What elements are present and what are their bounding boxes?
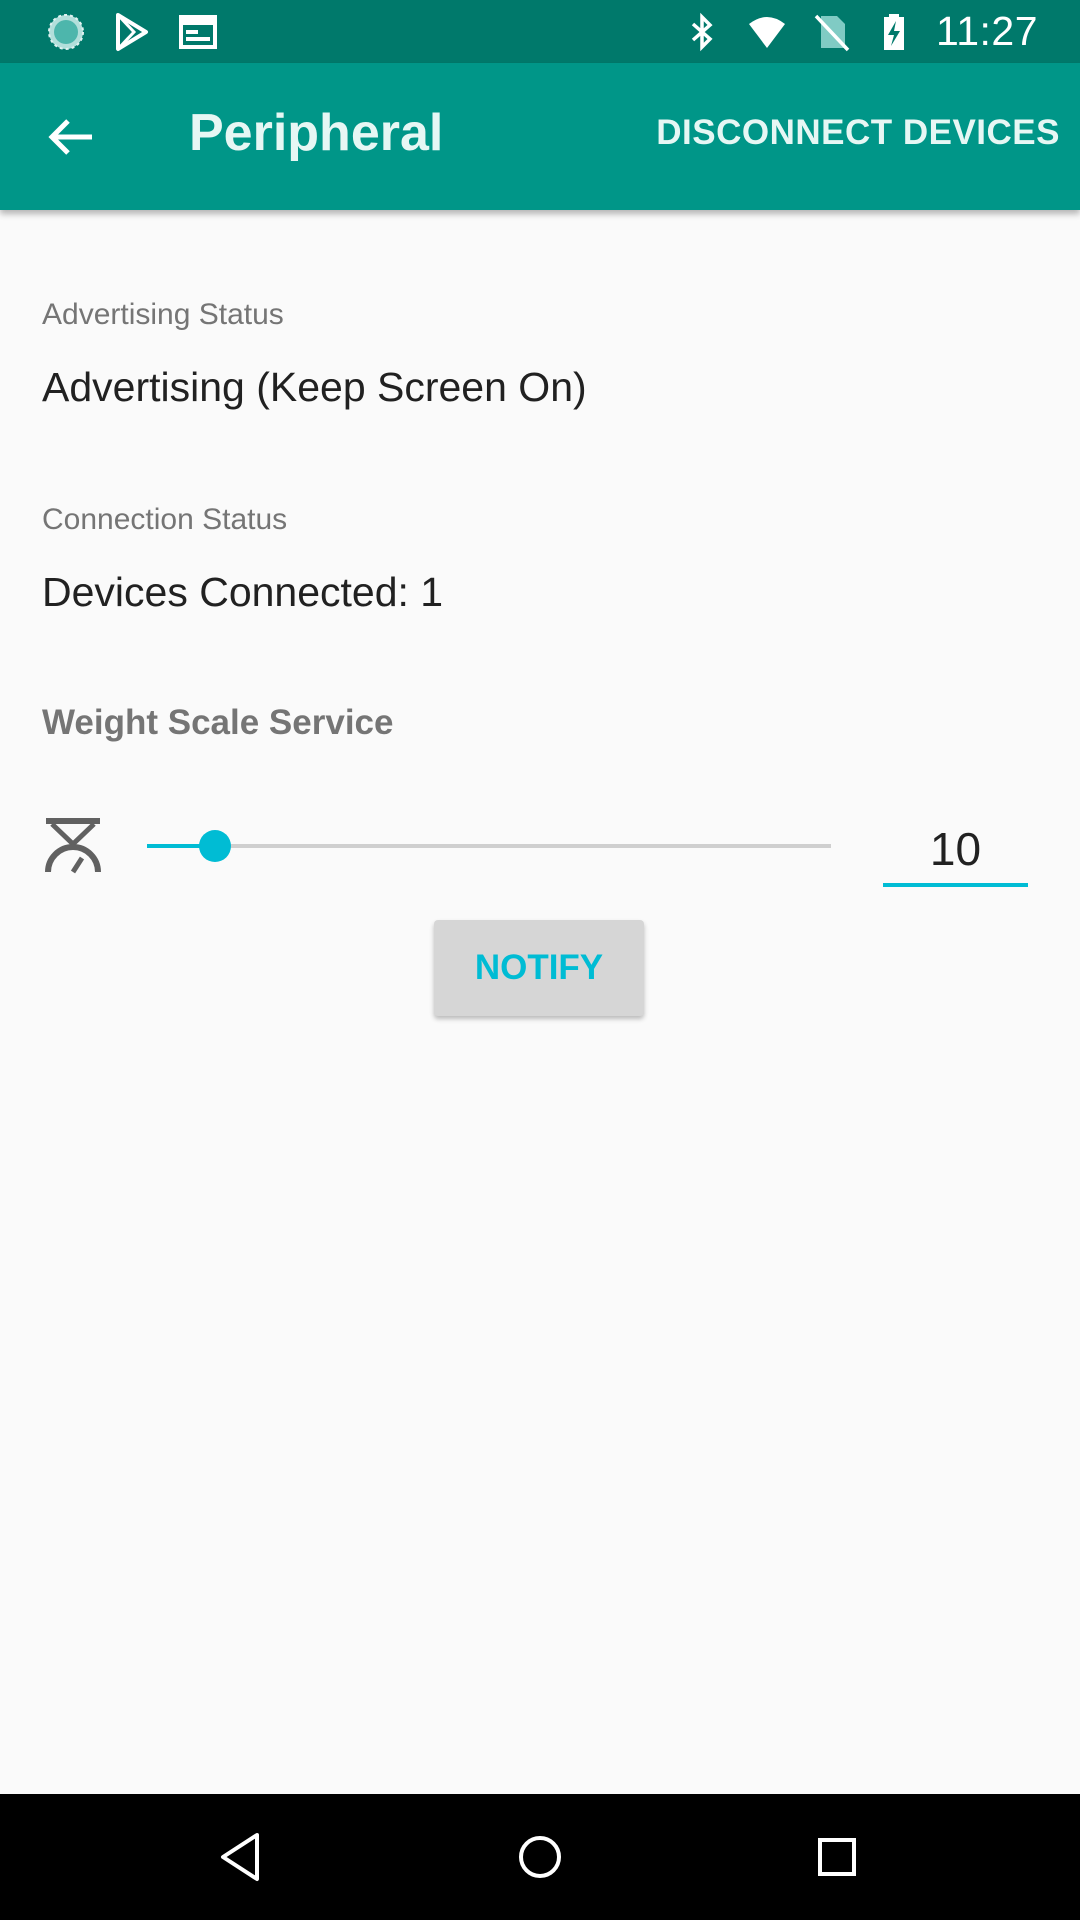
- disconnect-devices-button[interactable]: DISCONNECT DEVICES: [656, 113, 1060, 153]
- clock: 11:27: [935, 8, 1038, 54]
- app-bar: Peripheral DISCONNECT DEVICES: [0, 63, 1080, 210]
- sync-icon: [48, 14, 84, 50]
- no-sim-icon: [814, 14, 850, 51]
- wifi-icon: [748, 16, 785, 48]
- bluetooth-icon: [691, 12, 713, 51]
- recents-square-icon[interactable]: [807, 1827, 867, 1887]
- weight-slider[interactable]: [147, 826, 831, 866]
- play-store-icon: [116, 13, 148, 51]
- arrow-back-icon[interactable]: [38, 103, 106, 171]
- page-title: Peripheral: [189, 104, 444, 162]
- slider-track: [147, 844, 831, 848]
- connection-status-value: Devices Connected: 1: [42, 569, 444, 615]
- weight-scale-icon: [45, 818, 101, 874]
- notification-icons: [46, 12, 218, 52]
- slider-thumb[interactable]: [199, 830, 232, 862]
- home-circle-icon[interactable]: [510, 1827, 570, 1887]
- status-bar: 11:27: [0, 0, 1080, 63]
- weight-value-field[interactable]: [883, 815, 1028, 887]
- back-triangle-icon[interactable]: [211, 1827, 271, 1887]
- system-icons: 11:27: [682, 8, 1038, 55]
- navigation-bar: [0, 1794, 1080, 1920]
- calendar-icon: [179, 15, 217, 49]
- advertising-status-value: Advertising (Keep Screen On): [42, 364, 587, 410]
- advertising-status-label: Advertising Status: [42, 298, 284, 331]
- service-title: Weight Scale Service: [42, 703, 394, 742]
- connection-status-label: Connection Status: [42, 503, 288, 536]
- battery-charging-icon: [883, 13, 904, 50]
- notify-button[interactable]: NOTIFY: [434, 920, 644, 1016]
